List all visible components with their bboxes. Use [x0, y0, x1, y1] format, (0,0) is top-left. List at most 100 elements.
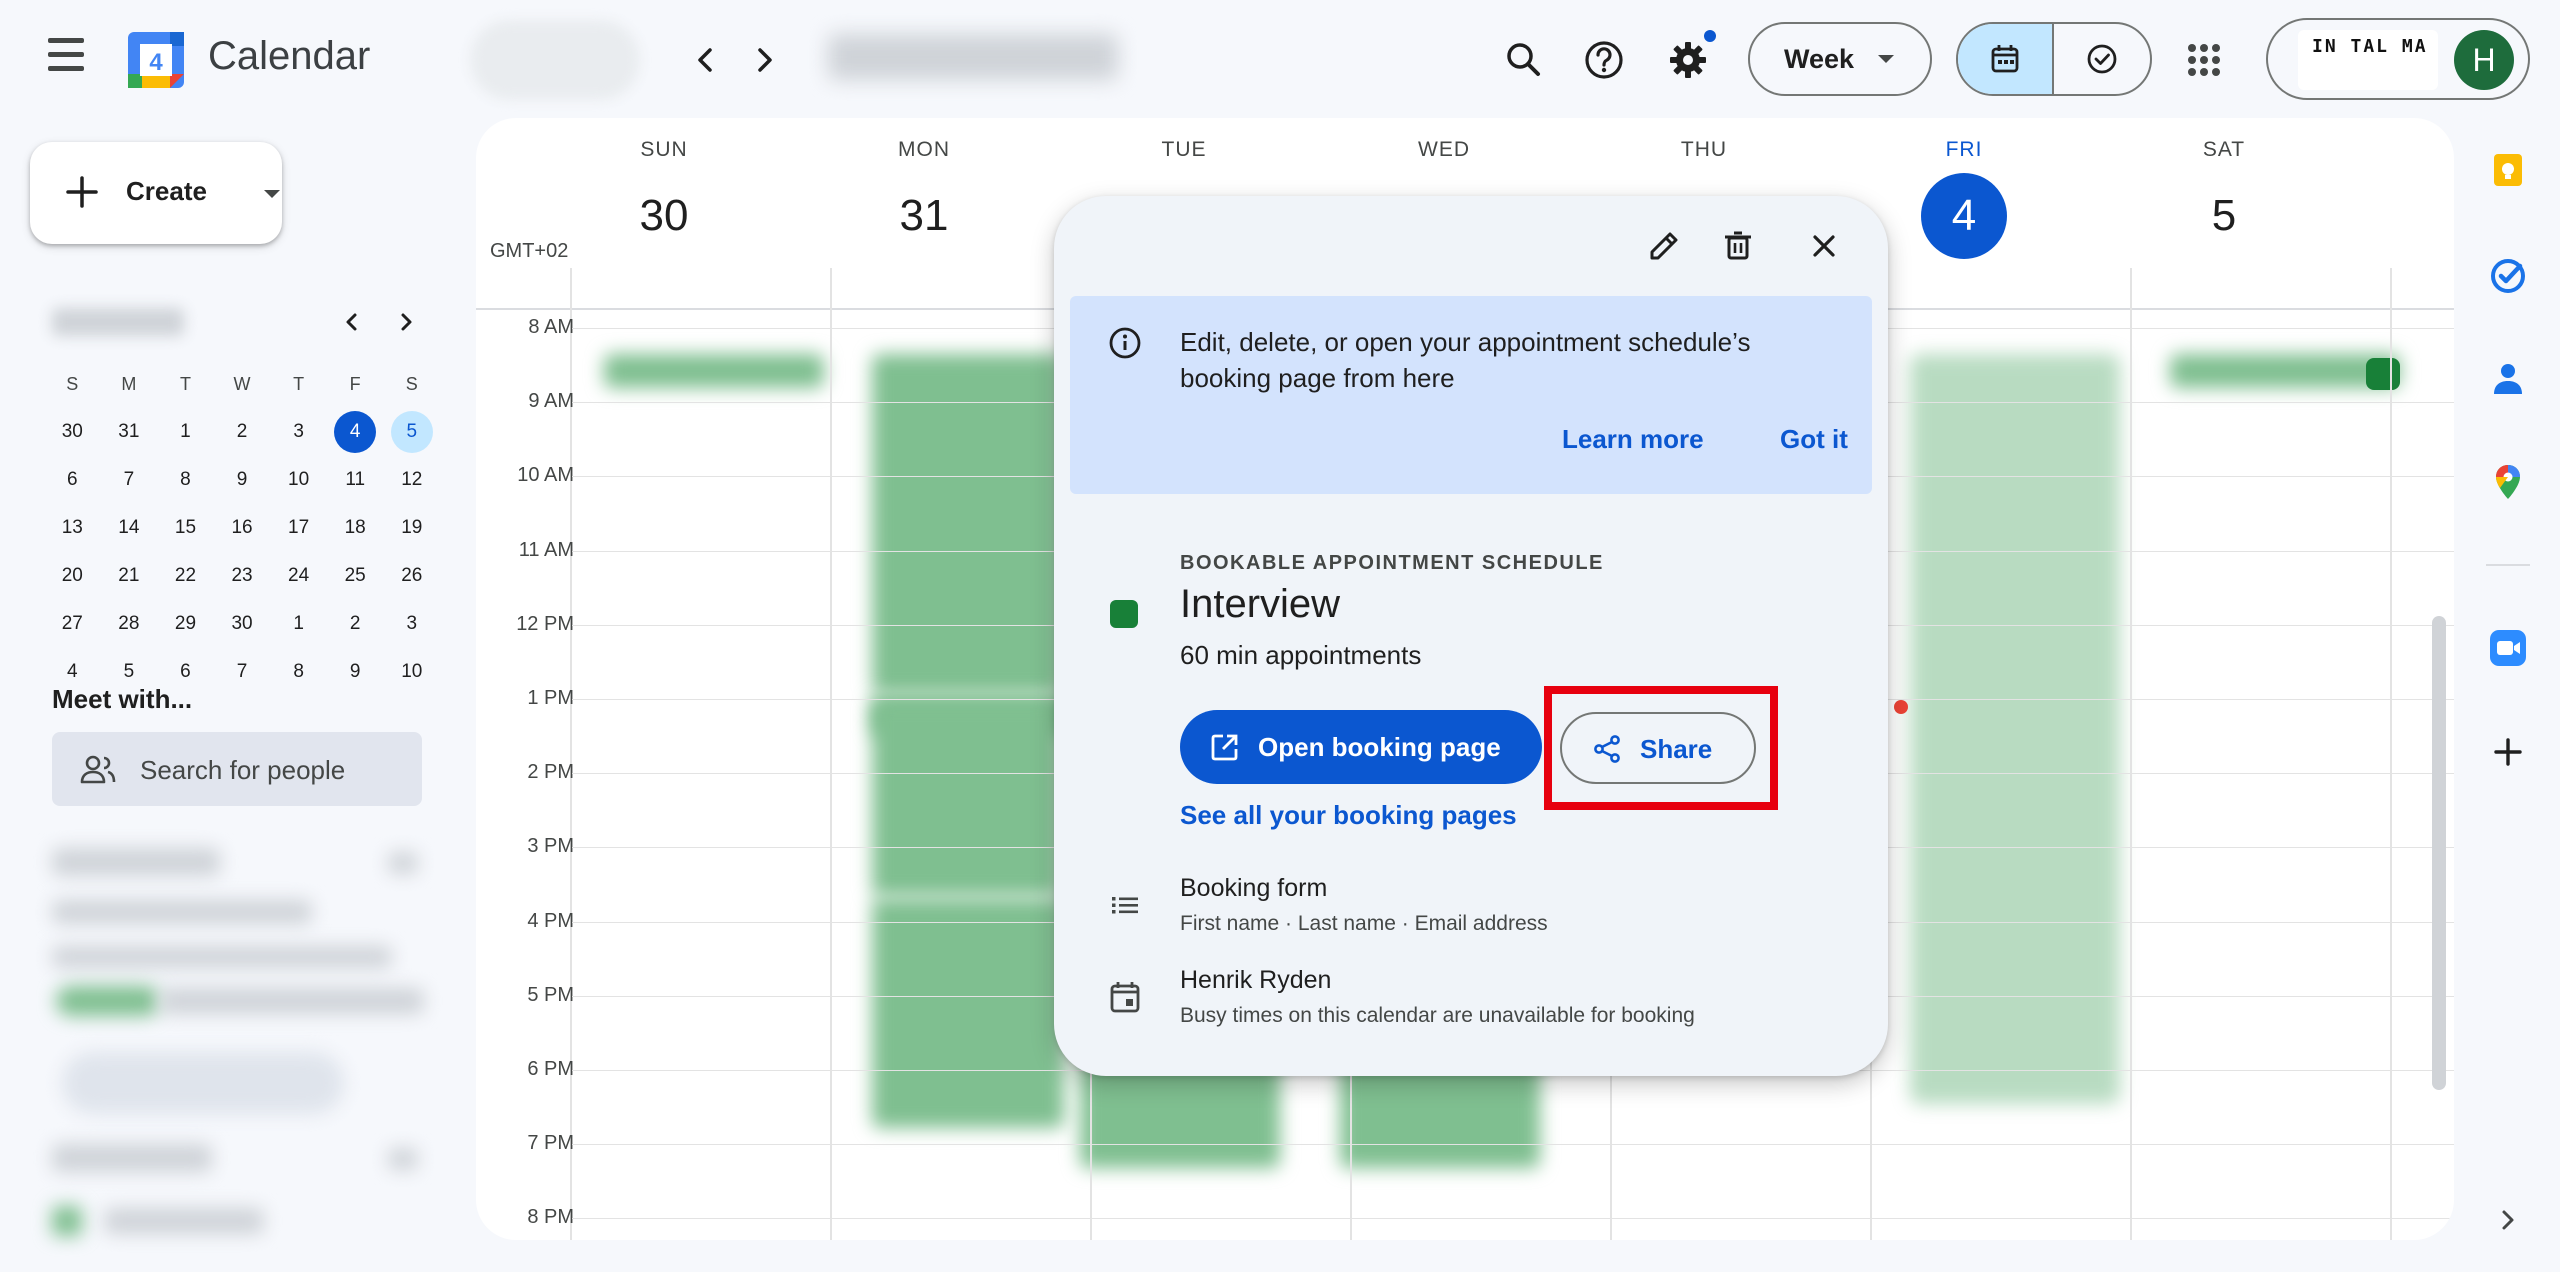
mini-calendar-day[interactable]: 3	[270, 412, 327, 452]
calendar-view-toggle[interactable]	[1958, 24, 2055, 94]
day-number[interactable]: 31	[794, 174, 1054, 258]
mini-calendar-day[interactable]: 17	[270, 508, 327, 548]
edit-pencil-icon[interactable]	[1640, 222, 1688, 270]
mini-calendar-day[interactable]: 9	[327, 652, 384, 692]
mini-calendar-day[interactable]: 5	[383, 411, 440, 453]
mini-calendar-day[interactable]: 26	[383, 556, 440, 596]
got-it-button[interactable]: Got it	[1780, 424, 1848, 455]
mini-calendar-day[interactable]: 6	[44, 460, 101, 500]
google-apps-icon[interactable]	[2180, 36, 2228, 84]
event-block[interactable]	[604, 354, 824, 388]
previous-week-icon[interactable]	[688, 38, 724, 82]
mini-calendar-day[interactable]: 10	[270, 460, 327, 500]
mini-calendar-day[interactable]: 24	[270, 556, 327, 596]
mini-calendar-day-number: 8	[180, 469, 191, 490]
search-people-placeholder: Search for people	[140, 755, 346, 785]
mini-calendar-day[interactable]: 1	[270, 604, 327, 644]
mini-calendar-day-number: 6	[180, 661, 191, 682]
close-icon[interactable]	[1800, 222, 1848, 270]
main-menu-icon[interactable]	[40, 38, 92, 82]
event-block[interactable]	[872, 898, 1064, 1128]
mini-calendar-day[interactable]: 3	[383, 604, 440, 644]
day-header-sat[interactable]: SAT 5	[2094, 138, 2354, 258]
mini-calendar-day[interactable]: 28	[101, 604, 158, 644]
day-number[interactable]: 30	[534, 174, 794, 258]
mini-calendar-day-number: 18	[344, 517, 366, 538]
help-icon[interactable]	[1578, 34, 1630, 86]
mini-calendar-day[interactable]: 2	[327, 604, 384, 644]
my-calendars-toggle[interactable]	[388, 1148, 418, 1170]
mini-calendar-day-number: 7	[123, 469, 135, 490]
contacts-icon[interactable]	[2488, 358, 2528, 398]
mini-calendar-week: 27 28 29 30 1 2 3	[44, 600, 440, 648]
mini-calendar-day[interactable]: 8	[270, 652, 327, 692]
calendar-checkbox[interactable]	[52, 1206, 82, 1236]
hour-label: 5 PM	[527, 983, 574, 1006]
tasks-icon[interactable]	[2488, 256, 2528, 296]
delete-trash-icon[interactable]	[1714, 222, 1762, 270]
create-button[interactable]: Create	[30, 142, 282, 244]
day-number[interactable]: 5	[2094, 174, 2354, 258]
mini-calendar-day[interactable]: 10	[383, 652, 440, 692]
event-block[interactable]	[872, 354, 1062, 694]
mini-calendar-day[interactable]: 16	[214, 508, 271, 548]
mini-prev-month-icon[interactable]	[336, 306, 368, 338]
mini-calendar-day[interactable]: 9	[214, 460, 271, 500]
mini-next-month-icon[interactable]	[390, 306, 422, 338]
expand-side-panel-icon[interactable]	[2488, 1200, 2528, 1240]
time-insights-toggle[interactable]	[388, 852, 418, 874]
organization-logo-text: IN TAL MA	[2312, 36, 2428, 57]
mini-calendar-day[interactable]: 4	[327, 411, 384, 453]
mini-calendar-day[interactable]: 2	[214, 412, 271, 452]
create-label: Create	[126, 176, 207, 206]
day-header-mon[interactable]: MON 31	[794, 138, 1054, 258]
learn-more-link[interactable]: Learn more	[1562, 424, 1704, 455]
mini-calendar-day[interactable]: 7	[214, 652, 271, 692]
tasks-view-toggle[interactable]	[2054, 24, 2150, 94]
mini-calendar-day[interactable]: 23	[214, 556, 271, 596]
see-all-booking-pages-link[interactable]: See all your booking pages	[1180, 800, 1517, 831]
mini-calendar-day[interactable]: 18	[327, 508, 384, 548]
account-switcher[interactable]: IN TAL MA H	[2266, 18, 2530, 100]
day-header-sun[interactable]: SUN 30	[534, 138, 794, 258]
mini-calendar-day[interactable]: 31	[101, 412, 158, 452]
mini-calendar-day[interactable]: 13	[44, 508, 101, 548]
mini-calendar-day[interactable]: 1	[157, 412, 214, 452]
calendar-scrollbar[interactable]	[2432, 616, 2446, 1090]
keep-icon[interactable]	[2488, 150, 2528, 190]
mini-calendar-day[interactable]: 30	[214, 604, 271, 644]
mini-calendar-weekday: W	[233, 373, 251, 394]
mini-calendar-day[interactable]: 20	[44, 556, 101, 596]
view-selector[interactable]: Week	[1748, 22, 1932, 96]
add-addon-plus-icon[interactable]	[2488, 732, 2528, 772]
event-block[interactable]	[872, 700, 1060, 896]
mini-calendar-day[interactable]: 7	[101, 460, 158, 500]
zoom-icon[interactable]	[2488, 628, 2528, 668]
mini-calendar-day[interactable]: 14	[101, 508, 158, 548]
mini-calendar-day[interactable]: 27	[44, 604, 101, 644]
mini-calendar-day[interactable]: 25	[327, 556, 384, 596]
mini-calendar-day[interactable]: 12	[383, 460, 440, 500]
today-button[interactable]	[470, 20, 640, 100]
calendar-name	[104, 1208, 264, 1234]
more-insights-button[interactable]	[62, 1052, 344, 1114]
mini-calendar-day[interactable]: 29	[157, 604, 214, 644]
event-block[interactable]	[1910, 354, 2120, 1104]
mini-calendar-day[interactable]: 15	[157, 508, 214, 548]
settings-gear-icon[interactable]	[1662, 34, 1714, 86]
mini-calendar-day[interactable]: 21	[101, 556, 158, 596]
maps-icon[interactable]	[2488, 462, 2528, 502]
open-booking-page-button[interactable]: Open booking page	[1180, 710, 1542, 784]
day-column-divider	[830, 268, 832, 1240]
mini-calendar-day[interactable]: 30	[44, 412, 101, 452]
avatar[interactable]: H	[2454, 30, 2514, 90]
mini-calendar-day[interactable]: 19	[383, 508, 440, 548]
mini-calendar-day[interactable]: 8	[157, 460, 214, 500]
all-day-event-chip[interactable]	[2366, 358, 2400, 390]
hour-label: 2 PM	[527, 761, 574, 784]
search-people-input[interactable]: Search for people	[52, 732, 422, 806]
mini-calendar-day[interactable]: 22	[157, 556, 214, 596]
search-icon[interactable]	[1498, 34, 1550, 86]
next-week-icon[interactable]	[746, 38, 782, 82]
mini-calendar-day[interactable]: 11	[327, 460, 384, 500]
